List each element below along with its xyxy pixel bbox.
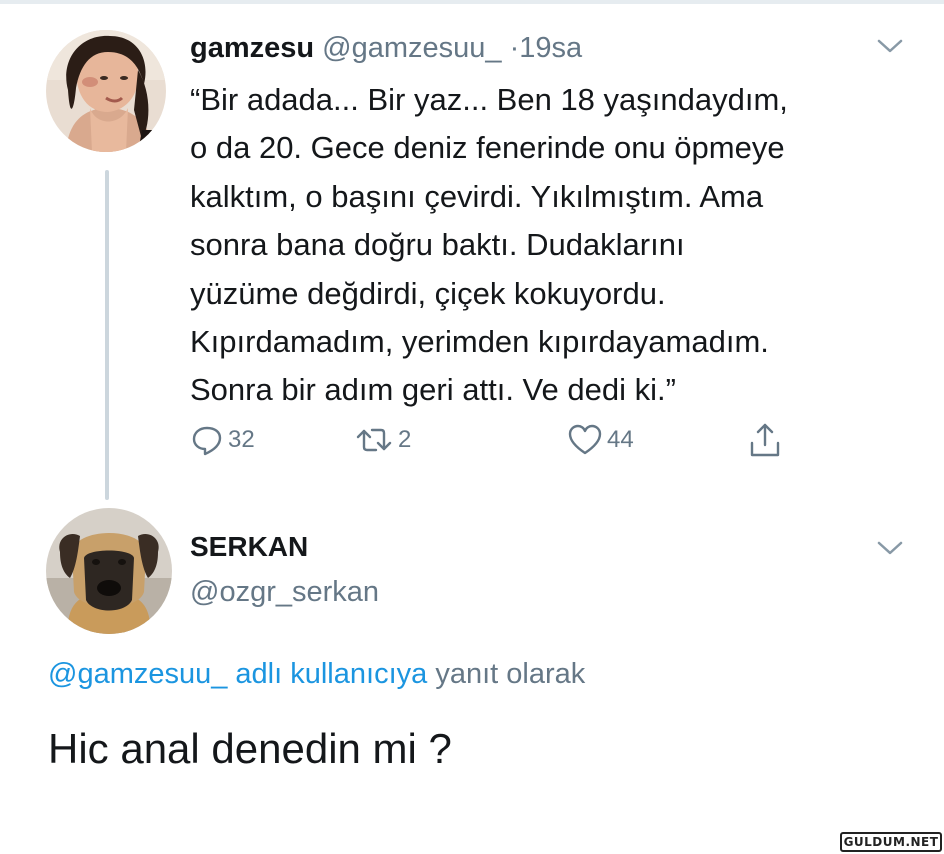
like-button[interactable]: 44 [567,420,634,460]
reply-icon [190,423,224,457]
watermark-logo: GULDUM.NET [840,832,942,852]
tweet2-display-name[interactable]: SERKAN [190,530,308,564]
tweet1-text-line: “Bir adada... Bir yaz... Ben 18 yaşınday… [190,82,788,117]
tweet1-display-name[interactable]: gamzesu [190,32,314,64]
retweet-icon [354,423,394,457]
replying-to-label: yanıt olarak [435,658,586,690]
retweet-button[interactable]: 2 [354,420,411,460]
tweet1-separator: · [509,32,520,64]
tweet2-text: Hic anal denedin mi ? [48,725,452,772]
heart-icon [567,423,603,457]
replying-to-link[interactable]: @gamzesuu_ adlı kullanıcıya [48,658,427,690]
tweet1-text-line: sonra bana doğru baktı. Dudaklarını [190,227,685,263]
tweet1-text-line: o da 20. Gece deniz fenerinde onu öpmeye [190,130,785,166]
avatar-serkan[interactable] [46,508,172,634]
tweet1-text-line: yüzüme değdirdi, çiçek kokuyordu. [190,275,666,311]
tweet1-text: “Bir adada... Bir yaz... Ben 18 yaşınday… [190,76,910,415]
chevron-down-icon[interactable] [876,36,904,56]
like-count: 44 [607,426,634,453]
tweet1-handle[interactable]: @gamzesuu_ [322,32,501,64]
avatar-gamzesu[interactable] [46,30,166,152]
tweet1-text-line: kalktım, o başını çevirdi. Yıkılmıştım. … [190,178,764,214]
reply-button[interactable]: 32 [190,420,255,460]
reply-count: 32 [228,426,255,453]
tweet2-handle[interactable]: @ozgr_serkan [190,574,379,610]
retweet-count: 2 [398,426,412,453]
tweet1-timestamp[interactable]: 19sa [519,32,582,64]
tweet1-text-line: Kıpırdamadım, yerimden kıpırdayamadım. [190,324,769,360]
tweet1-header: gamzesu @gamzesuu_ ·19sa [190,30,582,66]
chevron-down-icon[interactable] [876,538,904,558]
share-icon [747,421,783,459]
replying-to: @gamzesuu_ adlı kullanıcıya yanıt olarak [48,656,585,692]
tweet1-text-line: Sonra bir adım geri attı. Ve dedi ki.” [190,372,676,408]
share-button[interactable] [747,420,783,460]
tweet1-action-bar: 32 2 44 [0,420,944,460]
top-divider [0,0,944,4]
